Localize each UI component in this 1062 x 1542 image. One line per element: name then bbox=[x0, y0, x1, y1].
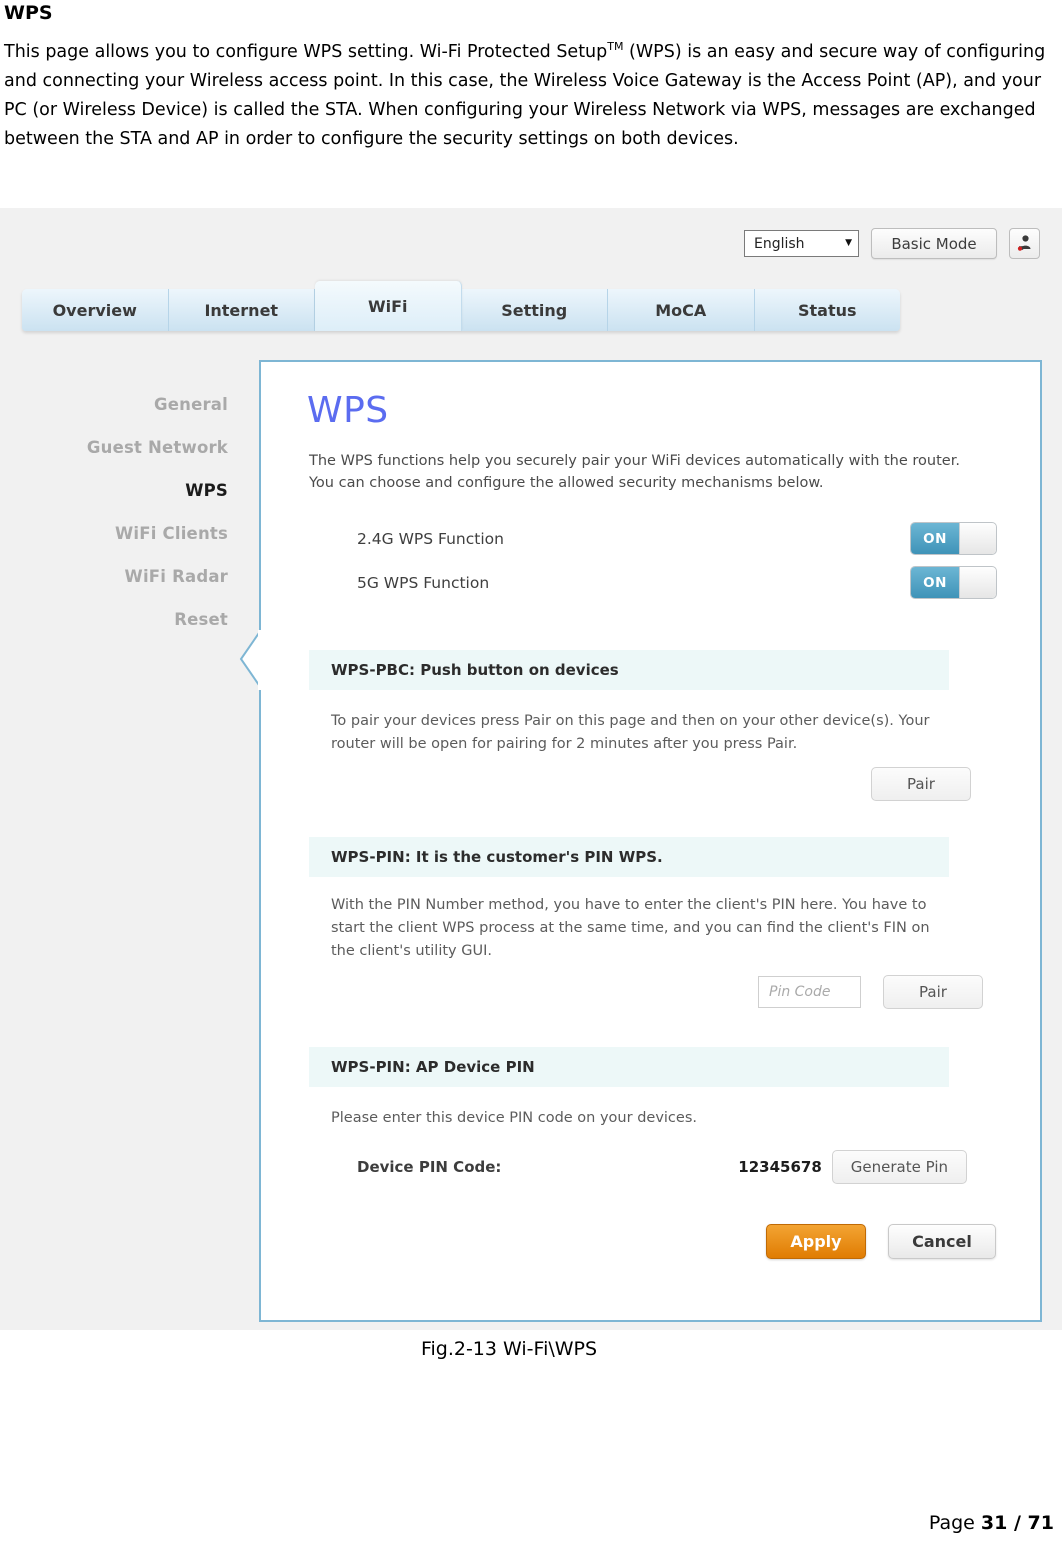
sidebar-item-wifi-clients[interactable]: WiFi Clients bbox=[0, 512, 228, 555]
figure-caption-text: Fig.2-13 Wi-Fi\WPS bbox=[420, 1338, 598, 1360]
main-nav-tabs: Overview Internet WiFi Setting MoCA Stat… bbox=[22, 281, 900, 331]
pin-code-input-placeholder: Pin Code bbox=[769, 984, 831, 1000]
section-body-wps-pbc: To pair your devices press Pair on this … bbox=[331, 713, 930, 752]
panel-title: WPS bbox=[307, 390, 389, 431]
intro-paragraph-part1: This page allows you to configure WPS se… bbox=[4, 42, 608, 62]
tab-setting-label: Setting bbox=[501, 300, 568, 320]
section-header-wps-pin-ap: WPS-PIN: AP Device PIN bbox=[309, 1047, 949, 1087]
tab-wifi-label: WiFi bbox=[367, 296, 408, 316]
footer-separator: / bbox=[1007, 1512, 1028, 1534]
toggle-5g-wps[interactable]: ON bbox=[910, 566, 997, 599]
section-header-wps-pbc: WPS-PBC: Push button on devices bbox=[309, 650, 949, 690]
tab-internet[interactable]: Internet bbox=[168, 289, 315, 331]
language-select[interactable]: English ▼ bbox=[744, 230, 859, 257]
cancel-button[interactable]: Cancel bbox=[888, 1224, 996, 1259]
sidebar-item-wifi-radar[interactable]: WiFi Radar bbox=[0, 555, 228, 598]
pair-button-pin-label: Pair bbox=[919, 983, 947, 1001]
tab-overview[interactable]: Overview bbox=[22, 289, 169, 331]
sidebar-item-wps[interactable]: WPS bbox=[0, 469, 228, 512]
toggle-24g-state: ON bbox=[911, 523, 959, 554]
toggle-row-5g: 5G WPS Function ON bbox=[357, 566, 997, 599]
apply-button-label: Apply bbox=[790, 1232, 842, 1251]
pair-button-pbc-label: Pair bbox=[907, 775, 935, 793]
active-item-notch-icon bbox=[239, 630, 261, 690]
section-body-wps-pin-customer: With the PIN Number method, you have to … bbox=[331, 897, 930, 959]
toggle-5g-state: ON bbox=[911, 567, 959, 598]
intro-paragraph: This page allows you to configure WPS se… bbox=[4, 38, 1056, 154]
footer-total-pages: 71 bbox=[1027, 1512, 1054, 1534]
user-account-button[interactable] bbox=[1009, 228, 1040, 259]
content-panel: WPS The WPS functions help you securely … bbox=[239, 360, 1042, 1322]
device-pin-code-value: 12345678 bbox=[738, 1158, 822, 1176]
tab-status[interactable]: Status bbox=[754, 289, 900, 331]
toggle-24g-knob bbox=[959, 523, 996, 554]
basic-mode-label: Basic Mode bbox=[891, 234, 977, 253]
page-title: WPS bbox=[4, 2, 53, 24]
toggle-row-24g: 2.4G WPS Function ON bbox=[357, 522, 997, 555]
language-select-value: English bbox=[754, 235, 805, 252]
basic-mode-button[interactable]: Basic Mode bbox=[871, 228, 997, 259]
toggle-label-24g: 2.4G WPS Function bbox=[357, 529, 504, 548]
generate-pin-button[interactable]: Generate Pin bbox=[831, 1150, 967, 1184]
trademark-superscript: TM bbox=[607, 40, 624, 54]
top-control-bar: English ▼ Basic Mode bbox=[744, 228, 1040, 259]
pair-button-pin[interactable]: Pair bbox=[883, 975, 983, 1009]
sidebar: General Guest Network WPS WiFi Clients W… bbox=[0, 383, 258, 641]
tab-setting[interactable]: Setting bbox=[461, 289, 608, 331]
device-pin-code-label: Device PIN Code: bbox=[357, 1158, 502, 1176]
footer-label: Page bbox=[928, 1512, 981, 1534]
toggle-5g-knob bbox=[959, 567, 996, 598]
section-header-wps-pin-customer: WPS-PIN: It is the customer's PIN WPS. bbox=[309, 837, 949, 877]
cancel-button-label: Cancel bbox=[912, 1232, 972, 1251]
chevron-down-icon: ▼ bbox=[845, 238, 852, 248]
toggle-24g-wps[interactable]: ON bbox=[910, 522, 997, 555]
tab-moca[interactable]: MoCA bbox=[608, 289, 755, 331]
tab-internet-label: Internet bbox=[204, 300, 279, 320]
sidebar-item-reset[interactable]: Reset bbox=[0, 598, 228, 641]
pin-code-input[interactable]: Pin Code bbox=[758, 976, 861, 1008]
generate-pin-button-label: Generate Pin bbox=[850, 1158, 948, 1176]
tab-moca-label: MoCA bbox=[655, 300, 707, 320]
user-account-icon bbox=[1017, 235, 1031, 251]
page-footer: Page 31 / 71 bbox=[929, 1512, 1054, 1534]
toggle-label-5g: 5G WPS Function bbox=[357, 573, 490, 592]
footer-current-page: 31 bbox=[980, 1512, 1008, 1534]
sidebar-item-guest-network[interactable]: Guest Network bbox=[0, 426, 228, 469]
figure-caption: Fig.2-13 Wi-Fi\WPS bbox=[0, 1338, 1062, 1360]
router-ui-screenshot: English ▼ Basic Mode Overview Internet W… bbox=[0, 208, 1062, 1330]
tab-status-label: Status bbox=[797, 300, 857, 320]
tab-overview-label: Overview bbox=[52, 300, 137, 320]
pair-button-pbc[interactable]: Pair bbox=[871, 767, 971, 801]
section-body-wps-pin-ap: Please enter this device PIN code on you… bbox=[331, 1110, 697, 1126]
tab-wifi[interactable]: WiFi bbox=[315, 281, 462, 331]
sidebar-item-general[interactable]: General bbox=[0, 383, 228, 426]
panel-description: The WPS functions help you securely pair… bbox=[309, 453, 960, 491]
apply-button[interactable]: Apply bbox=[766, 1224, 866, 1259]
